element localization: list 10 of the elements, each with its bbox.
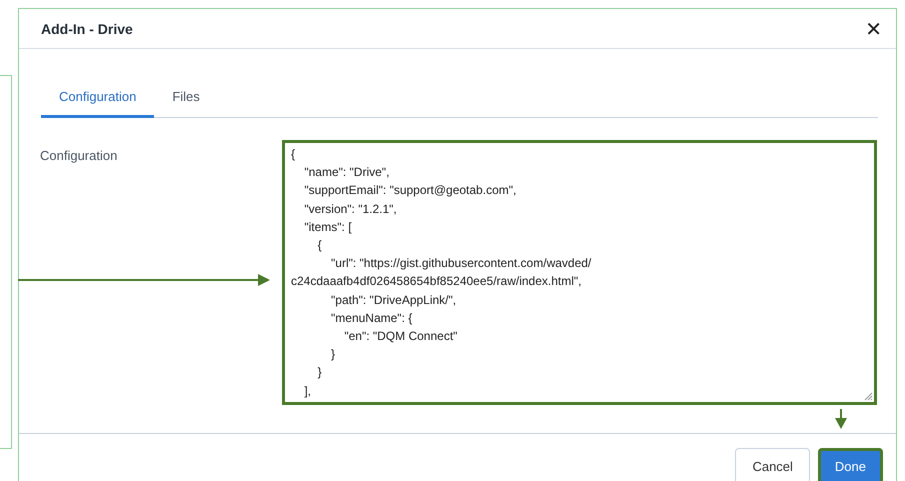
tab[interactable]: Configuration xyxy=(41,78,154,118)
json-text-area[interactable]: { "name": "Drive", "supportEmail": "support@geotab.com", "version": "1.2.1", "items": [ { "url": "https://gist.githubusercontent.com/wavded/ c24cdaaafb4df026458654bf85240ee5/raw/index.html", "path": "DriveAppLink/", "menuName": { "en": "DQM Connect" } } ], xyxy=(282,140,877,405)
annotation-arrow xyxy=(835,409,847,429)
tab[interactable]: Files xyxy=(154,78,218,118)
dialog-title: Add-In - Drive xyxy=(41,20,133,36)
dialog-button[interactable]: Done xyxy=(818,448,883,481)
close-button[interactable]: ✕ xyxy=(861,16,886,40)
resize-grip-icon xyxy=(863,391,873,401)
field-label: Configuration xyxy=(40,148,118,163)
dialog-button[interactable]: Cancel xyxy=(735,448,810,481)
